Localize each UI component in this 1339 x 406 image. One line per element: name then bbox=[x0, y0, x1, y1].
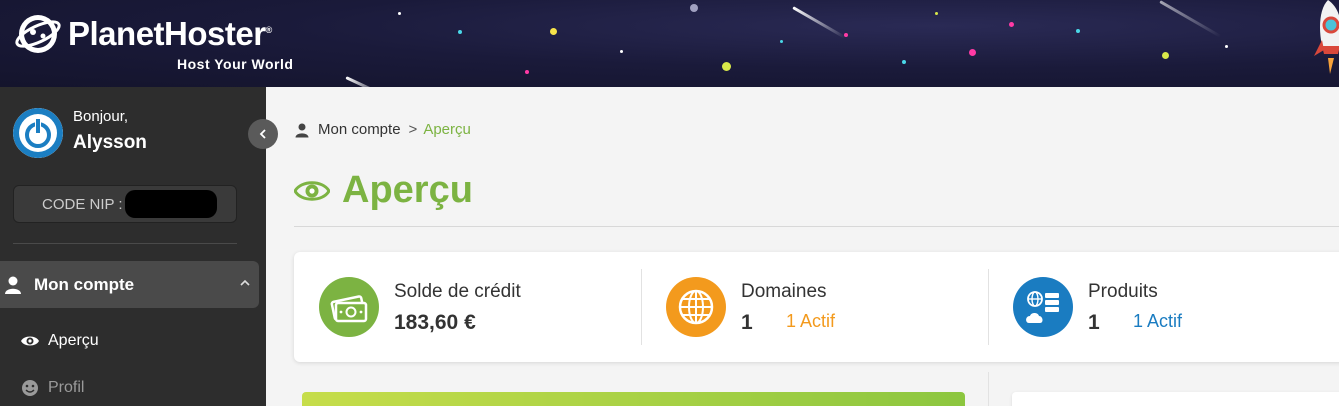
sidebar-item-apercu[interactable]: Aperçu bbox=[20, 331, 99, 351]
promo-card bbox=[302, 392, 965, 406]
star bbox=[690, 4, 698, 12]
star bbox=[780, 40, 783, 43]
user-icon bbox=[5, 276, 21, 294]
smiley-icon bbox=[22, 380, 38, 396]
comet bbox=[345, 76, 383, 87]
stat-value: 1 bbox=[741, 311, 753, 334]
planet-logo-icon bbox=[15, 15, 61, 53]
nip-code-box: CODE NIP : bbox=[13, 185, 237, 223]
star bbox=[722, 62, 731, 71]
breadcrumb-current: Aperçu bbox=[423, 121, 471, 138]
star bbox=[969, 49, 976, 56]
main-content: Mon compte > Aperçu Aperçu Solde de créd… bbox=[266, 87, 1339, 406]
info-card bbox=[1012, 392, 1339, 406]
breadcrumb-root[interactable]: Mon compte bbox=[318, 121, 401, 138]
page-title-text: Aperçu bbox=[342, 169, 473, 211]
header-banner: PlanetHoster® Host Your World bbox=[0, 0, 1339, 87]
star bbox=[458, 30, 462, 34]
nip-label: CODE NIP : bbox=[42, 195, 123, 213]
stat-value: 183,60 € bbox=[394, 311, 476, 334]
star bbox=[902, 60, 906, 64]
brand-tagline: Host Your World bbox=[177, 56, 294, 72]
sidebar-divider bbox=[13, 243, 237, 244]
stat-label: Domaines bbox=[741, 281, 827, 302]
user-icon bbox=[295, 123, 309, 137]
star bbox=[620, 50, 623, 53]
breadcrumb-separator: > bbox=[408, 121, 418, 138]
star bbox=[1009, 22, 1014, 27]
stat-products[interactable]: Produits 1 1 Actif bbox=[988, 252, 1339, 362]
cloud-server-icon bbox=[1013, 277, 1073, 337]
page-title: Aperçu bbox=[294, 169, 473, 212]
star bbox=[1225, 45, 1228, 48]
star bbox=[1076, 29, 1080, 33]
avatar[interactable] bbox=[13, 108, 63, 158]
star bbox=[550, 28, 557, 35]
stat-credit-balance[interactable]: Solde de crédit 183,60 € bbox=[294, 252, 641, 362]
globe-icon bbox=[666, 277, 726, 337]
chevron-up-icon bbox=[240, 279, 250, 286]
sidebar-item-label: Aperçu bbox=[48, 332, 99, 349]
star bbox=[935, 12, 938, 15]
comet bbox=[792, 6, 846, 39]
greeting-text: Bonjour, bbox=[73, 108, 129, 125]
stat-label: Produits bbox=[1088, 281, 1158, 302]
sidebar-item-label: Profil bbox=[48, 379, 85, 396]
stat-active-link[interactable]: 1 Actif bbox=[786, 311, 835, 332]
username: Alysson bbox=[73, 132, 147, 153]
eye-icon bbox=[21, 336, 39, 346]
stat-value: 1 bbox=[1088, 311, 1100, 334]
star bbox=[525, 70, 529, 74]
brand-logo[interactable]: PlanetHoster® bbox=[14, 10, 272, 58]
column-divider bbox=[988, 372, 989, 406]
stat-active-link[interactable]: 1 Actif bbox=[1133, 311, 1182, 332]
breadcrumb: Mon compte > Aperçu bbox=[294, 121, 471, 138]
sidebar: Bonjour, Alysson CODE NIP : Mon compte A… bbox=[0, 87, 266, 406]
title-divider bbox=[294, 226, 1339, 227]
stat-label: Solde de crédit bbox=[394, 281, 521, 302]
brand-name: PlanetHoster® bbox=[68, 15, 272, 52]
sidebar-item-mon-compte[interactable]: Mon compte bbox=[0, 261, 259, 308]
redacted-block bbox=[124, 190, 217, 218]
sidebar-item-label: Mon compte bbox=[34, 274, 135, 294]
collapse-sidebar-button[interactable] bbox=[248, 119, 278, 149]
money-icon bbox=[319, 277, 379, 337]
stat-domains[interactable]: Domaines 1 1 Actif bbox=[641, 252, 988, 362]
rocket-icon bbox=[1314, 0, 1339, 74]
comet bbox=[1159, 0, 1222, 38]
stats-card: Solde de crédit 183,60 € Domaines 1 1 Ac… bbox=[294, 252, 1339, 362]
star bbox=[1162, 52, 1169, 59]
eye-icon bbox=[294, 180, 330, 201]
star bbox=[398, 12, 401, 15]
sidebar-item-profil[interactable]: Profil bbox=[20, 378, 84, 398]
chevron-left-icon bbox=[259, 129, 266, 139]
